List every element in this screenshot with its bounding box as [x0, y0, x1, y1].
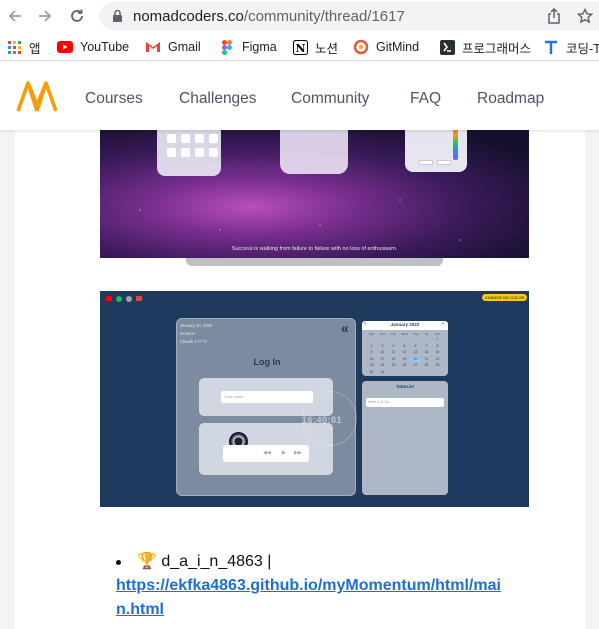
apps-grid-icon — [6, 39, 22, 55]
trophy-icon: 🏆 — [137, 553, 157, 570]
figma-icon — [219, 39, 235, 55]
calendar-weekdays: Sun Mon Tue Wed Thu Fri Sat — [366, 332, 446, 336]
svg-text:N: N — [295, 42, 305, 55]
prev-icon[interactable]: ◀◀ — [263, 450, 271, 456]
bookmark-apps[interactable]: 앱 — [6, 38, 41, 56]
calendar-day[interactable]: 28 — [421, 363, 432, 370]
project-link-line-2[interactable]: n.html — [116, 598, 536, 622]
login-title: Log In — [253, 357, 281, 367]
todo-title: ToDoList — [396, 384, 414, 389]
back-arrow-icon[interactable] — [4, 5, 26, 27]
bookmark-youtube[interactable]: YouTube — [57, 38, 129, 56]
address-bar[interactable]: nomadcoders.co/community/thread/1617 — [99, 2, 599, 30]
author-name: d_a_i_n_4863 | — [161, 553, 272, 570]
nav-community[interactable]: Community — [291, 90, 369, 108]
calendar-weekday: Sun — [368, 332, 375, 336]
bookmark-label: 앱 — [29, 41, 41, 56]
clock: 16:40:01 — [302, 415, 343, 425]
nav-faq[interactable]: FAQ — [410, 90, 441, 108]
calendar-next-icon[interactable]: › — [442, 321, 444, 327]
calendar-weekday: Sat — [435, 332, 440, 336]
calendar-day[interactable]: 26 — [399, 363, 410, 370]
calendar-title: January 2022 — [390, 322, 420, 327]
todo-input[interactable]: Write a To Do — [366, 398, 444, 407]
calendar-panel: ‹ January 2022 › Sun Mon Tue Wed Thu Fri Sat 1… — [362, 321, 448, 376]
date-line: January 20, 2022 — [180, 323, 213, 328]
calendar-day[interactable]: 13 — [410, 350, 421, 357]
site-header: Courses Challenges Community FAQ Roadmap — [0, 62, 599, 130]
bookmark-label: Figma — [242, 40, 277, 54]
t-icon — [543, 39, 559, 55]
project-link[interactable]: https://ekfka4863.github.io/myMomentum/h… — [116, 574, 536, 622]
bookmark-label: YouTube — [80, 40, 130, 54]
play-icon[interactable]: ▶ — [282, 450, 286, 456]
nav-challenges[interactable]: Challenges — [179, 90, 257, 108]
list-bullet — [116, 560, 121, 565]
calendar-day[interactable]: 31 — [377, 370, 388, 377]
calendar-weekday: Mon — [379, 332, 386, 336]
post-image-2: CHANGE BG COLOR January 20, 2022 Incheon… — [100, 291, 529, 507]
youtube-icon — [106, 296, 112, 301]
bookmark-label: GitMind — [376, 40, 420, 54]
change-bg-color-button[interactable]: CHANGE BG COLOR — [482, 294, 528, 301]
bookmark-label: 코딩-T — [566, 41, 599, 56]
bookmark-programmers[interactable]: 프로그래머스 — [439, 38, 531, 56]
color-panel — [405, 130, 467, 172]
weather-line: Clouds 2.77°C — [180, 339, 208, 344]
nav-courses[interactable]: Courses — [85, 90, 143, 108]
name-input[interactable]: Your name — [221, 391, 313, 403]
quote-caption: Success is walking from failure to failu… — [231, 246, 398, 252]
calendar-days: 1 2 3 4 5 6 7 8 9 10 11 12 13 14 15 16 17 18 19 20 21 22 23 24 2… — [366, 337, 446, 376]
center-panel — [280, 130, 348, 174]
bookmark-figma[interactable]: Figma — [219, 38, 277, 56]
programmers-icon — [439, 39, 455, 55]
bookmark-label: 프로그래머스 — [462, 41, 532, 56]
bookmark-gmail[interactable]: Gmail — [145, 38, 201, 56]
post-link-item: 🏆 d_a_i_n_4863 | — [137, 551, 547, 573]
collapse-chevron-icon[interactable]: « — [341, 321, 349, 335]
bookmark-gitmind[interactable]: GitMind — [353, 38, 419, 56]
project-link-line-1[interactable]: https://ekfka4863.github.io/myMomentum/h… — [116, 574, 536, 598]
calendar-weekday: Fri — [424, 332, 429, 336]
notion-icon: N — [292, 39, 308, 55]
bookmark-notion[interactable]: N 노션 — [292, 38, 338, 56]
gitmind-icon — [353, 39, 369, 55]
calendar-day[interactable]: 30 — [366, 370, 377, 377]
calendar-day[interactable]: 27 — [410, 363, 421, 370]
forward-arrow-icon[interactable] — [34, 5, 56, 27]
spotify-icon — [116, 296, 122, 302]
calendar-weekday: Thu — [412, 332, 419, 336]
image-1-bottom-bar — [186, 258, 443, 266]
calculator-panel — [157, 130, 221, 176]
player-controls: ◀◀ ▶ ▶▶ — [223, 445, 309, 462]
nav-roadmap[interactable]: Roadmap — [477, 90, 544, 108]
calendar-day[interactable]: 29 — [432, 363, 443, 370]
bookmark-label: Gmail — [168, 40, 201, 54]
bookmark-label: 노션 — [315, 41, 339, 56]
location-line: Incheon — [180, 331, 195, 336]
gmail-icon — [136, 296, 142, 301]
calendar-weekday: Wed — [401, 332, 408, 336]
lock-icon — [112, 9, 123, 28]
browser-toolbar: nomadcoders.co/community/thread/1617 — [0, 0, 599, 33]
bookmark-coding-t[interactable]: 코딩-T — [543, 38, 599, 56]
star-icon[interactable] — [576, 7, 594, 29]
url-text: nomadcoders.co/community/thread/1617 — [133, 8, 405, 25]
calendar-day[interactable]: 25 — [388, 363, 399, 370]
reload-icon[interactable] — [66, 5, 88, 27]
github-icon — [126, 296, 132, 302]
todo-panel: ToDoList Write a To Do — [362, 381, 448, 495]
post-image-1: Success is walking from failure to failu… — [100, 130, 529, 258]
calendar-weekday: Tue — [390, 332, 397, 336]
next-icon[interactable]: ▶▶ — [294, 450, 302, 456]
share-icon[interactable] — [547, 7, 561, 29]
nomadcoders-logo-icon[interactable] — [16, 79, 58, 118]
youtube-icon — [57, 39, 73, 55]
bookmarks-bar: 앱 YouTube Gmail Figma N 노션 GitMind 프로그래머… — [0, 33, 599, 61]
gmail-icon — [145, 39, 161, 55]
